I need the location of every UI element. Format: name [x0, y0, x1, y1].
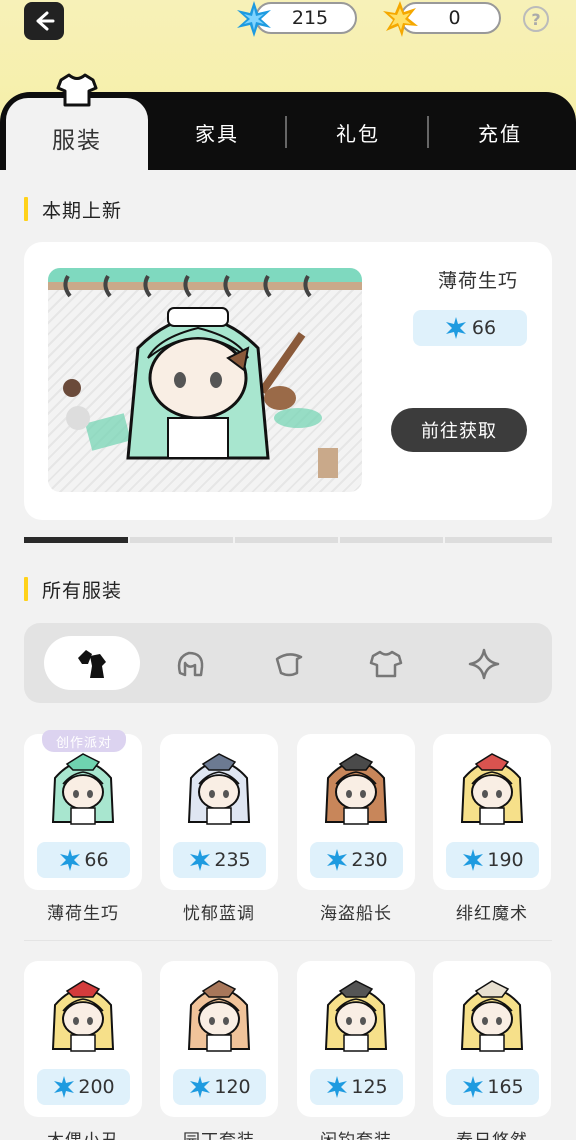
blue-crystal-icon [237, 1, 271, 37]
blue-crystal-icon [463, 849, 484, 871]
tab-furniture[interactable]: 家具 [148, 110, 286, 154]
outfit-thumbnail [187, 753, 251, 825]
goto-obtain-label: 前往获取 [421, 421, 497, 442]
outfit-price: 120 [173, 1069, 266, 1105]
outfit-name: 薄荷生巧 [47, 904, 119, 924]
pager-indicator[interactable] [340, 537, 443, 543]
all-outfits-icon[interactable] [72, 644, 112, 684]
blue-crystal-icon [327, 1076, 348, 1098]
outfit-price: 200 [37, 1069, 130, 1105]
shirt-badge-icon [56, 73, 98, 107]
outfit-thumbnail [187, 980, 251, 1052]
tab-divider [427, 116, 429, 148]
outfit-name: 海盗船长 [320, 904, 392, 924]
outfit-price: 165 [446, 1069, 539, 1105]
outfit-card[interactable]: 230 [297, 734, 415, 890]
tab-divider [285, 116, 287, 148]
tab-recharge-label: 充值 [478, 121, 522, 146]
outfit-price: 235 [173, 842, 266, 878]
star-balance-value: 0 [448, 7, 461, 29]
outfit-card[interactable]: 200 [24, 961, 142, 1117]
row-divider [24, 940, 552, 941]
outfit-price-value: 200 [78, 1076, 115, 1098]
outfit-card[interactable]: 165 [433, 961, 551, 1117]
tab-furniture-label: 家具 [195, 121, 239, 146]
gold-star-icon [383, 1, 418, 37]
section-accent-bar [24, 577, 28, 601]
outfit-thumbnail [51, 980, 115, 1052]
outfit-price: 66 [37, 842, 130, 878]
outfit-price-value: 125 [351, 1076, 388, 1098]
blue-crystal-icon [190, 1076, 211, 1098]
outfit-name: 绯红魔术 [456, 904, 528, 924]
outfit-card[interactable]: 66 [24, 734, 142, 890]
outfit-price: 190 [446, 842, 539, 878]
outfit-thumbnail [324, 753, 388, 825]
blue-crystal-icon [327, 849, 348, 871]
shirt-icon[interactable] [366, 644, 406, 684]
outfit-card[interactable]: 235 [160, 734, 278, 890]
outfit-name: 闲钓套装 [288, 1126, 424, 1140]
section-accent-bar [24, 197, 28, 221]
sparkle-icon[interactable] [464, 644, 504, 684]
outfit-price-value: 190 [487, 849, 524, 871]
outfit-thumbnail [460, 753, 524, 825]
outfit-name: 木偶小丑 [15, 1126, 151, 1140]
outfit-name: 园丁套装 [151, 1126, 287, 1140]
blue-crystal-icon [190, 849, 211, 871]
section-new-arrivals-title: 本期上新 [42, 199, 123, 222]
featured-price-value: 66 [471, 317, 497, 339]
outfit-price-value: 120 [214, 1076, 251, 1098]
outfit-card[interactable]: 120 [160, 961, 278, 1117]
featured-outfit-image[interactable] [48, 268, 362, 492]
goto-obtain-button[interactable]: 前往获取 [391, 408, 527, 452]
tab-clothing[interactable]: 服装 [6, 98, 148, 178]
outfit-thumbnail [324, 980, 388, 1052]
outfit-name: 忧郁蓝调 [183, 904, 255, 924]
blue-crystal-icon [54, 1076, 75, 1098]
featured-price: 66 [413, 310, 527, 346]
tab-clothing-label: 服装 [52, 128, 102, 154]
outfit-thumbnail [460, 980, 524, 1052]
help-button[interactable]: ? [523, 6, 549, 32]
outfit-price: 125 [310, 1069, 403, 1105]
pager-indicator[interactable] [130, 537, 233, 543]
outfit-card[interactable]: 125 [297, 961, 415, 1117]
help-icon: ? [531, 9, 541, 29]
pager-indicator[interactable] [235, 537, 338, 543]
event-tag-badge: 创作派对 [42, 730, 126, 752]
featured-outfit-name: 薄荷生巧 [437, 270, 518, 292]
section-new-arrivals: 本期上新 [24, 196, 122, 222]
pager-indicator-active[interactable] [24, 537, 128, 543]
tab-gift-pack[interactable]: 礼包 [288, 110, 428, 154]
outfit-card[interactable]: 190 [433, 734, 551, 890]
blue-crystal-icon [463, 1076, 484, 1098]
section-all-outfits-title: 所有服装 [42, 579, 123, 602]
outfit-price-value: 230 [351, 849, 388, 871]
outfit-price: 230 [310, 842, 403, 878]
hat-icon[interactable] [268, 644, 308, 684]
tab-recharge[interactable]: 充值 [430, 110, 570, 154]
crystal-balance-value: 215 [291, 7, 329, 29]
arrow-left-icon [36, 11, 55, 31]
back-button[interactable] [24, 2, 64, 40]
outfit-price-value: 235 [214, 849, 251, 871]
pager-indicator[interactable] [445, 537, 552, 543]
outfit-thumbnail [51, 753, 115, 825]
outfit-price-value: 165 [487, 1076, 524, 1098]
blue-crystal-icon [60, 849, 81, 871]
hair-icon[interactable] [170, 644, 210, 684]
blue-crystal-icon [445, 317, 466, 339]
tab-gift-pack-label: 礼包 [336, 121, 380, 146]
outfit-price-value: 66 [84, 849, 109, 871]
outfit-name: 春日悠然 [424, 1126, 560, 1140]
section-all-outfits: 所有服装 [24, 576, 122, 602]
